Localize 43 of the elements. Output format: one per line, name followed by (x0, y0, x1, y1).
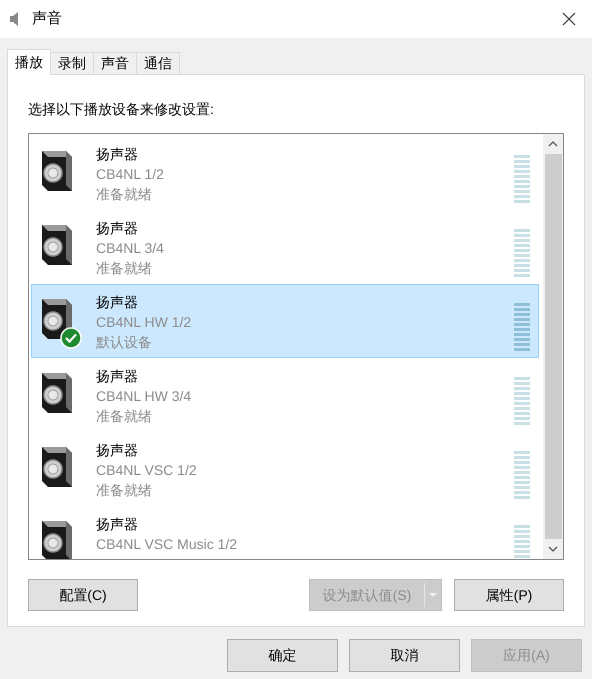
device-status: 默认设备 (96, 333, 153, 352)
device-name: 扬声器 (96, 145, 139, 164)
instruction-text: 选择以下播放设备来修改设置: (28, 100, 215, 119)
level-meter (514, 377, 530, 425)
device-name: 扬声器 (96, 293, 139, 312)
device-detail: CB4NL 1/2 (96, 165, 165, 184)
device-item[interactable]: 扬声器 CB4NL 3/4 准备就绪 (31, 210, 539, 284)
device-item[interactable]: 扬声器 CB4NL VSC Music 1/2 (31, 506, 539, 559)
action-button[interactable]: 属性(P) (454, 579, 564, 611)
action-button[interactable]: 配置(C) (28, 579, 138, 611)
device-status: 准备就绪 (96, 481, 153, 500)
tab[interactable]: 通信 (136, 52, 180, 74)
level-meter (514, 229, 530, 277)
scroll-down-icon (548, 546, 558, 552)
device-name: 扬声器 (96, 441, 139, 460)
device-item[interactable]: 扬声器 CB4NL VSC 1/2 准备就绪 (31, 432, 539, 506)
device-item[interactable]: 扬声器 CB4NL HW 1/2 默认设备 (31, 284, 539, 358)
check-icon (60, 327, 82, 349)
device-detail: CB4NL HW 1/2 (96, 313, 192, 332)
scrollbar-thumb[interactable] (544, 154, 562, 539)
device-detail: CB4NL VSC 1/2 (96, 461, 198, 480)
level-meter (514, 155, 530, 203)
device-item[interactable]: 扬声器 CB4NL 1/2 准备就绪 (31, 136, 539, 210)
level-meter (514, 451, 530, 499)
dialog-button[interactable]: 取消 (349, 639, 460, 672)
device-name: 扬声器 (96, 219, 139, 238)
window-title: 声音 (32, 8, 62, 29)
dialog-button[interactable]: 确定 (227, 639, 338, 672)
device-detail: CB4NL 3/4 (96, 239, 165, 258)
device-detail: CB4NL VSC Music 1/2 (96, 535, 238, 554)
level-meter (514, 303, 530, 351)
scroll-up-icon (548, 141, 558, 147)
device-detail: CB4NL HW 3/4 (96, 387, 192, 406)
close-icon (562, 12, 576, 26)
scrollbar[interactable] (543, 134, 563, 559)
device-name: 扬声器 (96, 515, 139, 534)
tab[interactable]: 播放 (7, 49, 51, 75)
device-status: 准备就绪 (96, 259, 153, 278)
device-status: 准备就绪 (96, 407, 153, 426)
device-status: 准备就绪 (96, 185, 153, 204)
device-name: 扬声器 (96, 367, 139, 386)
device-item[interactable]: 扬声器 CB4NL HW 3/4 准备就绪 (31, 358, 539, 432)
level-meter (514, 525, 530, 559)
